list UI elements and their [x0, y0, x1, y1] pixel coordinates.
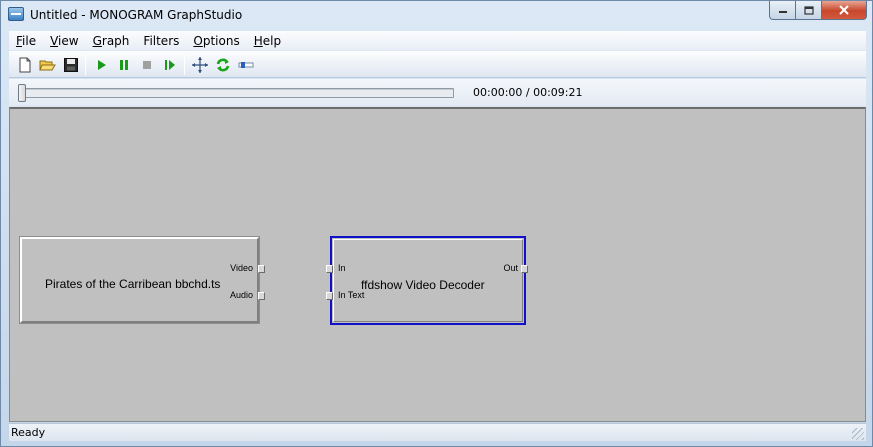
pin-label-in-text: In Text [338, 290, 365, 300]
filter-name: Pirates of the Carribean bbchd.ts [45, 277, 221, 291]
pin-label-out: Out [503, 263, 518, 273]
menu-options-label: ptions [202, 33, 240, 48]
time-readout: 00:00:00 / 00:09:21 [473, 86, 583, 99]
open-button[interactable] [36, 54, 59, 76]
filter-source[interactable]: Pirates of the Carribean bbchd.ts Video … [20, 237, 259, 323]
seek-track[interactable] [19, 88, 454, 98]
pin-label-video: Video [230, 263, 253, 273]
minimize-icon [778, 11, 787, 13]
input-pin-in-text[interactable] [326, 292, 333, 300]
toolbar [9, 51, 866, 78]
seek-thumb[interactable] [18, 84, 26, 102]
menu-filters-label: ilters [149, 33, 180, 48]
menu-graph[interactable]: Graph [86, 34, 137, 48]
play-icon [97, 59, 106, 70]
maximize-icon [803, 5, 814, 15]
menu-help-label: elp [262, 33, 282, 48]
volume-slider-button[interactable] [234, 54, 257, 76]
open-folder-icon [39, 60, 56, 70]
refresh-button[interactable] [211, 54, 234, 76]
status-bar: Ready [9, 423, 866, 441]
minimize-button[interactable] [769, 1, 796, 20]
arrange-button[interactable] [188, 54, 211, 76]
play-button[interactable] [89, 54, 112, 76]
input-pin-in[interactable] [326, 265, 333, 273]
graphstudio-app-icon[interactable] [8, 7, 24, 21]
menu-help[interactable]: Help [247, 34, 288, 48]
app-window: Untitled - MONOGRAM GraphStudio File Vie… [0, 0, 873, 447]
slider-icon [238, 61, 253, 68]
menu-graph-accel: G [92, 33, 102, 48]
pin-label-audio: Audio [229, 290, 253, 300]
save-button[interactable] [59, 54, 82, 76]
toolbar-separator [184, 54, 185, 75]
pin-label-in: In [338, 263, 346, 273]
output-pin-video[interactable] [258, 265, 265, 273]
window-title: Untitled - MONOGRAM GraphStudio [30, 8, 243, 22]
menu-bar: File View Graph Filters Options Help [9, 31, 866, 50]
menu-filters[interactable]: Filters [136, 34, 186, 48]
title-bar[interactable]: Untitled - MONOGRAM GraphStudio [1, 1, 872, 31]
refresh-icon [216, 58, 229, 71]
seek-bar-row: 00:00:00 / 00:09:21 [9, 79, 866, 106]
close-icon [839, 5, 849, 15]
output-pin-audio[interactable] [258, 292, 265, 300]
pause-button[interactable] [112, 54, 135, 76]
step-button[interactable] [158, 54, 181, 76]
resize-grip[interactable] [852, 428, 864, 440]
new-file-icon [19, 57, 30, 72]
toolbar-separator [85, 54, 86, 75]
menu-view-label: iew [58, 33, 79, 48]
menu-view[interactable]: View [43, 34, 85, 48]
menu-help-accel: H [253, 33, 263, 48]
stop-icon [142, 60, 151, 69]
stop-button[interactable] [135, 54, 158, 76]
menu-view-accel: V [50, 33, 59, 48]
menu-file[interactable]: File [9, 34, 43, 48]
filter-name: ffdshow Video Decoder [361, 278, 485, 292]
menu-options[interactable]: Options [186, 34, 246, 48]
pause-icon [119, 59, 128, 70]
status-text: Ready [11, 426, 46, 439]
save-icon [63, 57, 78, 72]
new-graph-button[interactable] [13, 54, 36, 76]
graph-canvas[interactable]: Pirates of the Carribean bbchd.ts Video … [9, 107, 866, 422]
menu-file-label: ile [22, 33, 37, 48]
menu-graph-label: raph [101, 33, 130, 48]
menu-options-accel: O [193, 33, 203, 48]
filter-ffdshow-decoder[interactable]: ffdshow Video Decoder In In Text Out [330, 236, 526, 325]
caption-buttons [769, 1, 867, 21]
close-button[interactable] [822, 1, 867, 20]
output-pin-out[interactable] [521, 265, 528, 273]
maximize-button[interactable] [796, 1, 822, 20]
step-icon [164, 59, 175, 70]
arrange-icon [191, 56, 208, 73]
